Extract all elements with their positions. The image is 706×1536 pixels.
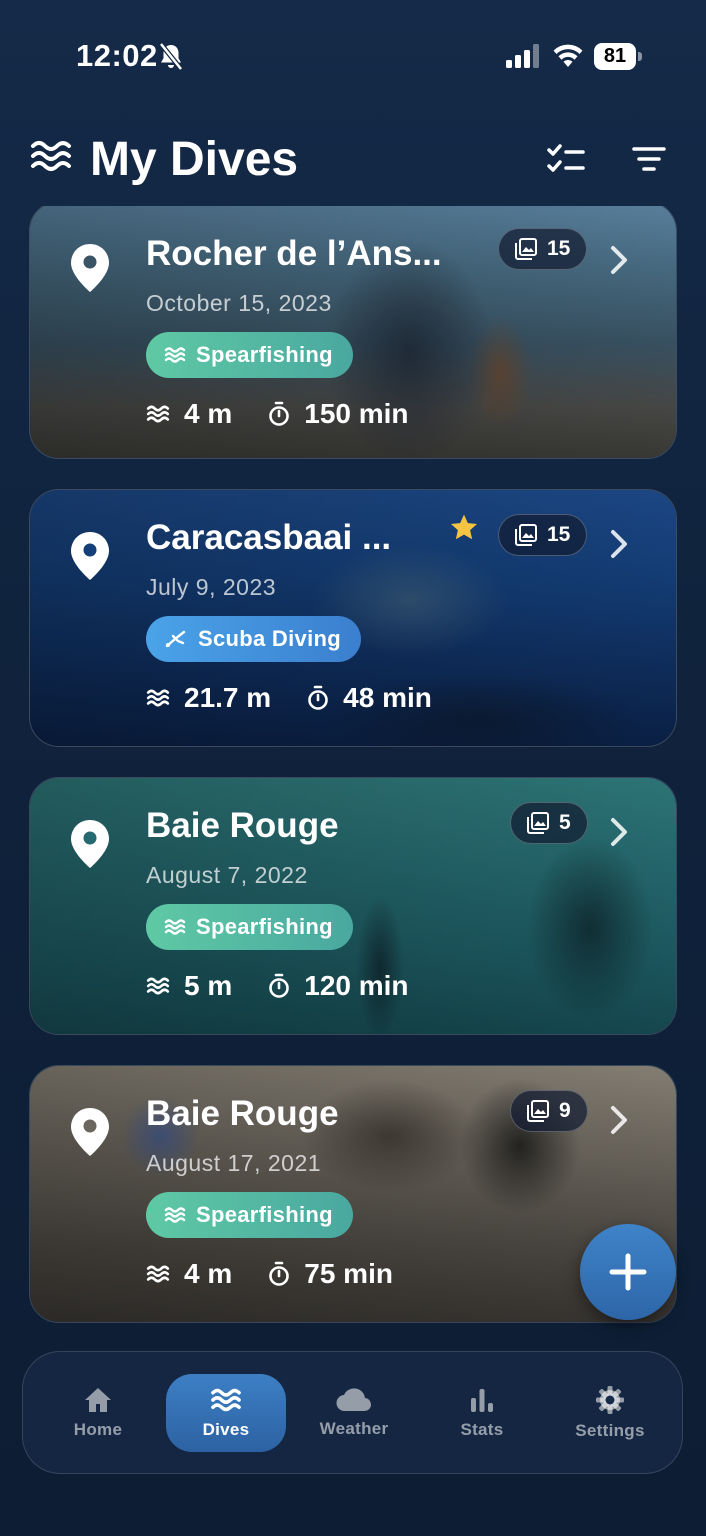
tab-label: Weather xyxy=(319,1419,389,1438)
stopwatch-icon xyxy=(308,685,328,710)
tab-label: Home xyxy=(73,1420,123,1439)
dive-date: October 15, 2023 xyxy=(146,290,332,316)
dive-depth: 4 m xyxy=(184,398,233,429)
dive-name: Baie Rouge xyxy=(146,1094,339,1133)
dive-name: Baie Rouge xyxy=(146,806,339,845)
diver-icon xyxy=(165,630,186,648)
dive-depth: 5 m xyxy=(184,970,233,1001)
photo-count: 15 xyxy=(547,237,571,260)
stopwatch-icon xyxy=(269,973,290,998)
bottom-tab-bar: Home Dives Weather Stats Settings xyxy=(22,1351,683,1474)
dive-name: Rocher de l’Ans... xyxy=(146,234,442,273)
waves-logo-icon xyxy=(31,141,71,171)
dive-stats: 4 m 75 min xyxy=(146,1252,429,1296)
status-time: 12:02 xyxy=(76,38,158,73)
waves-icon xyxy=(164,347,186,363)
cellular-signal-icon xyxy=(506,44,539,68)
page-title: My Dives xyxy=(90,133,299,186)
chevron-right-icon[interactable] xyxy=(608,244,630,276)
tab-label: Dives xyxy=(202,1420,250,1439)
dive-name: Caracasbaai ... xyxy=(146,518,392,557)
photo-gallery-icon xyxy=(527,812,549,834)
depth-icon xyxy=(146,977,170,995)
chevron-right-icon[interactable] xyxy=(608,528,630,560)
depth-icon xyxy=(146,1265,170,1283)
dive-date: July 9, 2023 xyxy=(146,574,277,600)
checklist-select-icon[interactable] xyxy=(546,144,586,176)
photo-count-badge: 9 xyxy=(510,1090,588,1132)
filter-icon[interactable] xyxy=(632,146,666,174)
dive-list[interactable]: Rocher de l’Ans... October 15, 2023 Spea… xyxy=(0,206,706,1336)
status-bar: 12:02 81 xyxy=(0,0,706,110)
app-header: My Dives xyxy=(0,120,706,200)
bar-chart-icon xyxy=(471,1389,493,1412)
dive-stats: 5 m 120 min xyxy=(146,964,445,1008)
stopwatch-icon xyxy=(269,1261,290,1286)
dive-depth: 4 m xyxy=(184,1258,233,1289)
dive-card[interactable]: Baie Rouge August 7, 2022 Spearfishing 5… xyxy=(29,777,677,1035)
dive-type-badge: Spearfishing xyxy=(146,332,353,378)
bell-muted-icon xyxy=(159,42,183,71)
location-pin-icon xyxy=(71,1108,109,1156)
dive-duration: 75 min xyxy=(304,1258,393,1289)
dive-date: August 7, 2022 xyxy=(146,862,308,888)
add-dive-button[interactable] xyxy=(580,1224,676,1320)
dive-type-badge: Spearfishing xyxy=(146,1192,353,1238)
tab-home[interactable]: Home xyxy=(38,1374,158,1452)
tab-dives[interactable]: Dives xyxy=(166,1374,286,1452)
dive-stats: 21.7 m 48 min xyxy=(146,676,468,720)
photo-count: 9 xyxy=(559,1099,571,1122)
stopwatch-icon xyxy=(269,401,290,426)
dive-type-label: Spearfishing xyxy=(196,342,333,367)
dive-type-badge: Spearfishing xyxy=(146,904,353,950)
dive-type-label: Spearfishing xyxy=(196,914,333,939)
tab-settings[interactable]: Settings xyxy=(550,1374,670,1452)
plus-icon xyxy=(609,1253,647,1291)
photo-gallery-icon xyxy=(515,238,537,260)
photo-gallery-icon xyxy=(527,1100,549,1122)
dive-duration: 150 min xyxy=(304,398,409,429)
tab-label: Settings xyxy=(575,1421,645,1440)
location-pin-icon xyxy=(71,820,109,868)
tab-stats[interactable]: Stats xyxy=(422,1374,542,1452)
home-icon xyxy=(85,1388,111,1412)
battery-percent: 81 xyxy=(603,45,627,67)
depth-icon xyxy=(146,689,170,707)
dive-duration: 48 min xyxy=(343,682,432,713)
dive-duration: 120 min xyxy=(304,970,409,1001)
dive-type-badge: Scuba Diving xyxy=(146,616,361,662)
waves-icon xyxy=(164,1207,186,1223)
tab-label: Stats xyxy=(460,1420,504,1439)
photo-count-badge: 5 xyxy=(510,802,588,844)
chevron-right-icon[interactable] xyxy=(608,1104,630,1136)
photo-count: 15 xyxy=(547,523,571,546)
dive-card[interactable]: Caracasbaai ... July 9, 2023 Scuba Divin… xyxy=(29,489,677,747)
dive-card[interactable]: Rocher de l’Ans... October 15, 2023 Spea… xyxy=(29,206,677,459)
gear-icon xyxy=(596,1386,624,1414)
dive-type-label: Scuba Diving xyxy=(198,626,341,651)
depth-icon xyxy=(146,405,170,423)
waves-icon xyxy=(211,1388,241,1412)
photo-count-badge: 15 xyxy=(498,228,588,270)
location-pin-icon xyxy=(71,532,109,580)
photo-count: 5 xyxy=(559,811,571,834)
dive-date: August 17, 2021 xyxy=(146,1150,322,1176)
wifi-icon xyxy=(553,44,583,67)
photo-count-badge: 15 xyxy=(498,514,588,556)
tab-weather[interactable]: Weather xyxy=(294,1374,414,1452)
dive-card[interactable]: Baie Rouge August 17, 2021 Spearfishing … xyxy=(29,1065,677,1323)
battery-indicator: 81 xyxy=(594,43,642,70)
cloud-icon xyxy=(336,1388,372,1412)
photo-gallery-icon xyxy=(515,524,537,546)
location-pin-icon xyxy=(71,244,109,292)
dive-stats: 4 m 150 min xyxy=(146,392,445,436)
waves-icon xyxy=(164,919,186,935)
dive-type-label: Spearfishing xyxy=(196,1202,333,1227)
dive-depth: 21.7 m xyxy=(184,682,272,713)
chevron-right-icon[interactable] xyxy=(608,816,630,848)
favorite-star-icon[interactable] xyxy=(448,512,480,544)
